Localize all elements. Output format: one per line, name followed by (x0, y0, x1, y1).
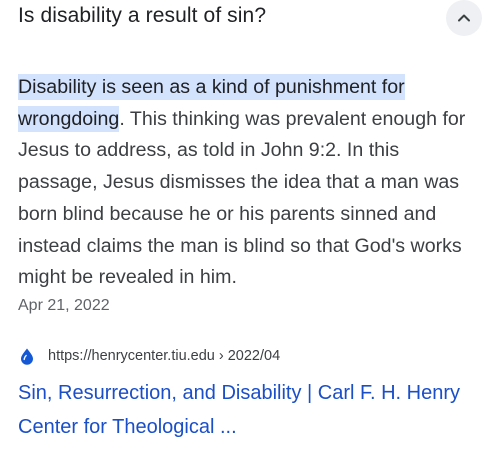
source-url[interactable]: https://henrycenter.tiu.edu › 2022/04 (48, 348, 280, 364)
water-drop-icon (21, 348, 33, 365)
collapse-button[interactable] (446, 0, 482, 36)
result-link[interactable]: Sin, Resurrection, and Disability | Carl… (18, 376, 478, 444)
answer-body: . This thinking was prevalent enough for… (18, 107, 466, 289)
question-title: Is disability a result of sin? (18, 4, 267, 27)
question-header[interactable]: Is disability a result of sin? (18, 0, 482, 40)
source-citation[interactable]: https://henrycenter.tiu.edu › 2022/04 (18, 345, 280, 367)
chevron-up-icon (458, 14, 470, 22)
answer-snippet: Disability is seen as a kind of punishme… (18, 72, 480, 294)
answer-date: Apr 21, 2022 (18, 297, 110, 314)
